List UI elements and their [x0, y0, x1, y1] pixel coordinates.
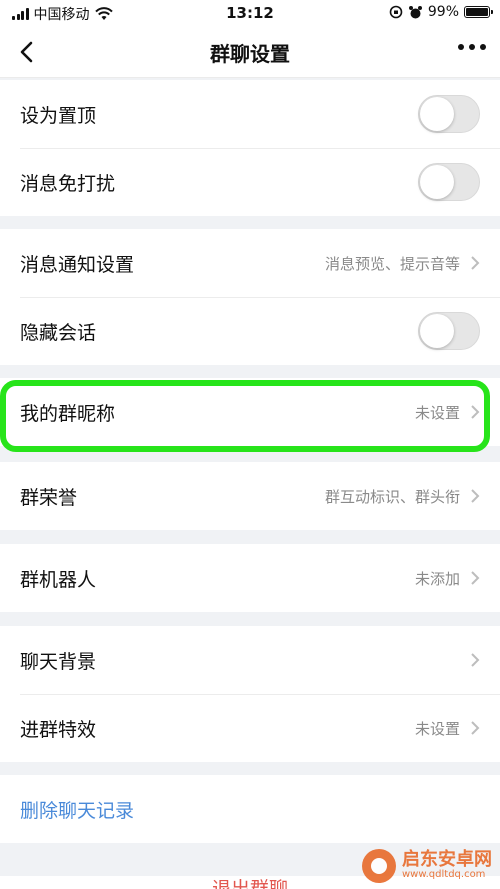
row-label: 我的群昵称	[20, 402, 116, 425]
pin-to-top-row[interactable]: 设为置顶	[0, 80, 500, 148]
settings-group-appearance: 聊天背景 进群特效 未设置	[0, 626, 500, 762]
alarm-icon	[408, 5, 422, 18]
orientation-lock-icon	[389, 5, 403, 19]
delete-chat-history-link[interactable]: 删除聊天记录	[20, 796, 134, 823]
pin-to-top-toggle[interactable]	[418, 95, 480, 133]
row-label: 群荣誉	[20, 486, 78, 509]
settings-group-honor: 群荣誉 群互动标识、群头衔	[0, 462, 500, 530]
row-label: 群机器人	[20, 568, 97, 591]
join-group-effect-row[interactable]: 进群特效 未设置	[0, 694, 500, 762]
watermark-title: 启东安卓网	[402, 849, 492, 871]
watermark-url: www.qdltdq.com	[402, 869, 486, 881]
row-label: 设为置顶	[20, 104, 97, 127]
battery-icon	[464, 6, 493, 18]
settings-group-nickname: 我的群昵称 未设置	[0, 378, 500, 446]
do-not-disturb-row[interactable]: 消息免打扰	[0, 148, 500, 216]
settings-group-pin-mute: 设为置顶 消息免打扰	[0, 80, 500, 216]
battery-percent: 99%	[427, 4, 459, 20]
chat-background-row[interactable]: 聊天背景	[0, 626, 500, 694]
site-watermark: 启东安卓网 www.qdltdq.com	[362, 849, 492, 883]
more-options-icon[interactable]	[458, 44, 486, 50]
navigation-bar: 群聊设置	[0, 26, 500, 78]
chevron-right-icon	[471, 721, 480, 735]
page-title: 群聊设置	[210, 42, 290, 66]
row-label: 聊天背景	[20, 650, 97, 673]
chevron-right-icon	[471, 405, 480, 419]
chevron-right-icon	[471, 489, 480, 503]
do-not-disturb-toggle[interactable]	[418, 163, 480, 201]
row-label: 进群特效	[20, 718, 97, 741]
row-label: 隐藏会话	[20, 321, 97, 344]
row-value: 未添加	[414, 569, 460, 588]
row-label: 消息通知设置	[20, 253, 135, 276]
my-group-nickname-row[interactable]: 我的群昵称 未设置	[0, 378, 500, 446]
delete-chat-history-row[interactable]: 删除聊天记录	[0, 775, 500, 843]
chevron-right-icon	[471, 256, 480, 270]
settings-group-delete: 删除聊天记录	[0, 775, 500, 843]
watermark-logo-icon	[362, 849, 396, 883]
notification-settings-row[interactable]: 消息通知设置 消息预览、提示音等	[0, 229, 500, 297]
row-value: 群互动标识、群头衔	[324, 487, 460, 506]
row-value: 消息预览、提示音等	[324, 254, 460, 273]
chevron-right-icon	[471, 653, 480, 667]
hide-conversation-toggle[interactable]	[418, 312, 480, 350]
group-robot-row[interactable]: 群机器人 未添加	[0, 544, 500, 612]
hide-conversation-row[interactable]: 隐藏会话	[0, 297, 500, 365]
settings-group-notifications: 消息通知设置 消息预览、提示音等 隐藏会话	[0, 229, 500, 365]
group-honor-row[interactable]: 群荣誉 群互动标识、群头衔	[0, 462, 500, 530]
row-value: 未设置	[414, 719, 460, 738]
status-bar: 中国移动 13:12 99%	[0, 0, 500, 26]
settings-group-robot: 群机器人 未添加	[0, 544, 500, 612]
row-label: 消息免打扰	[20, 172, 116, 195]
row-value: 未设置	[414, 403, 460, 422]
chevron-right-icon	[471, 571, 480, 585]
